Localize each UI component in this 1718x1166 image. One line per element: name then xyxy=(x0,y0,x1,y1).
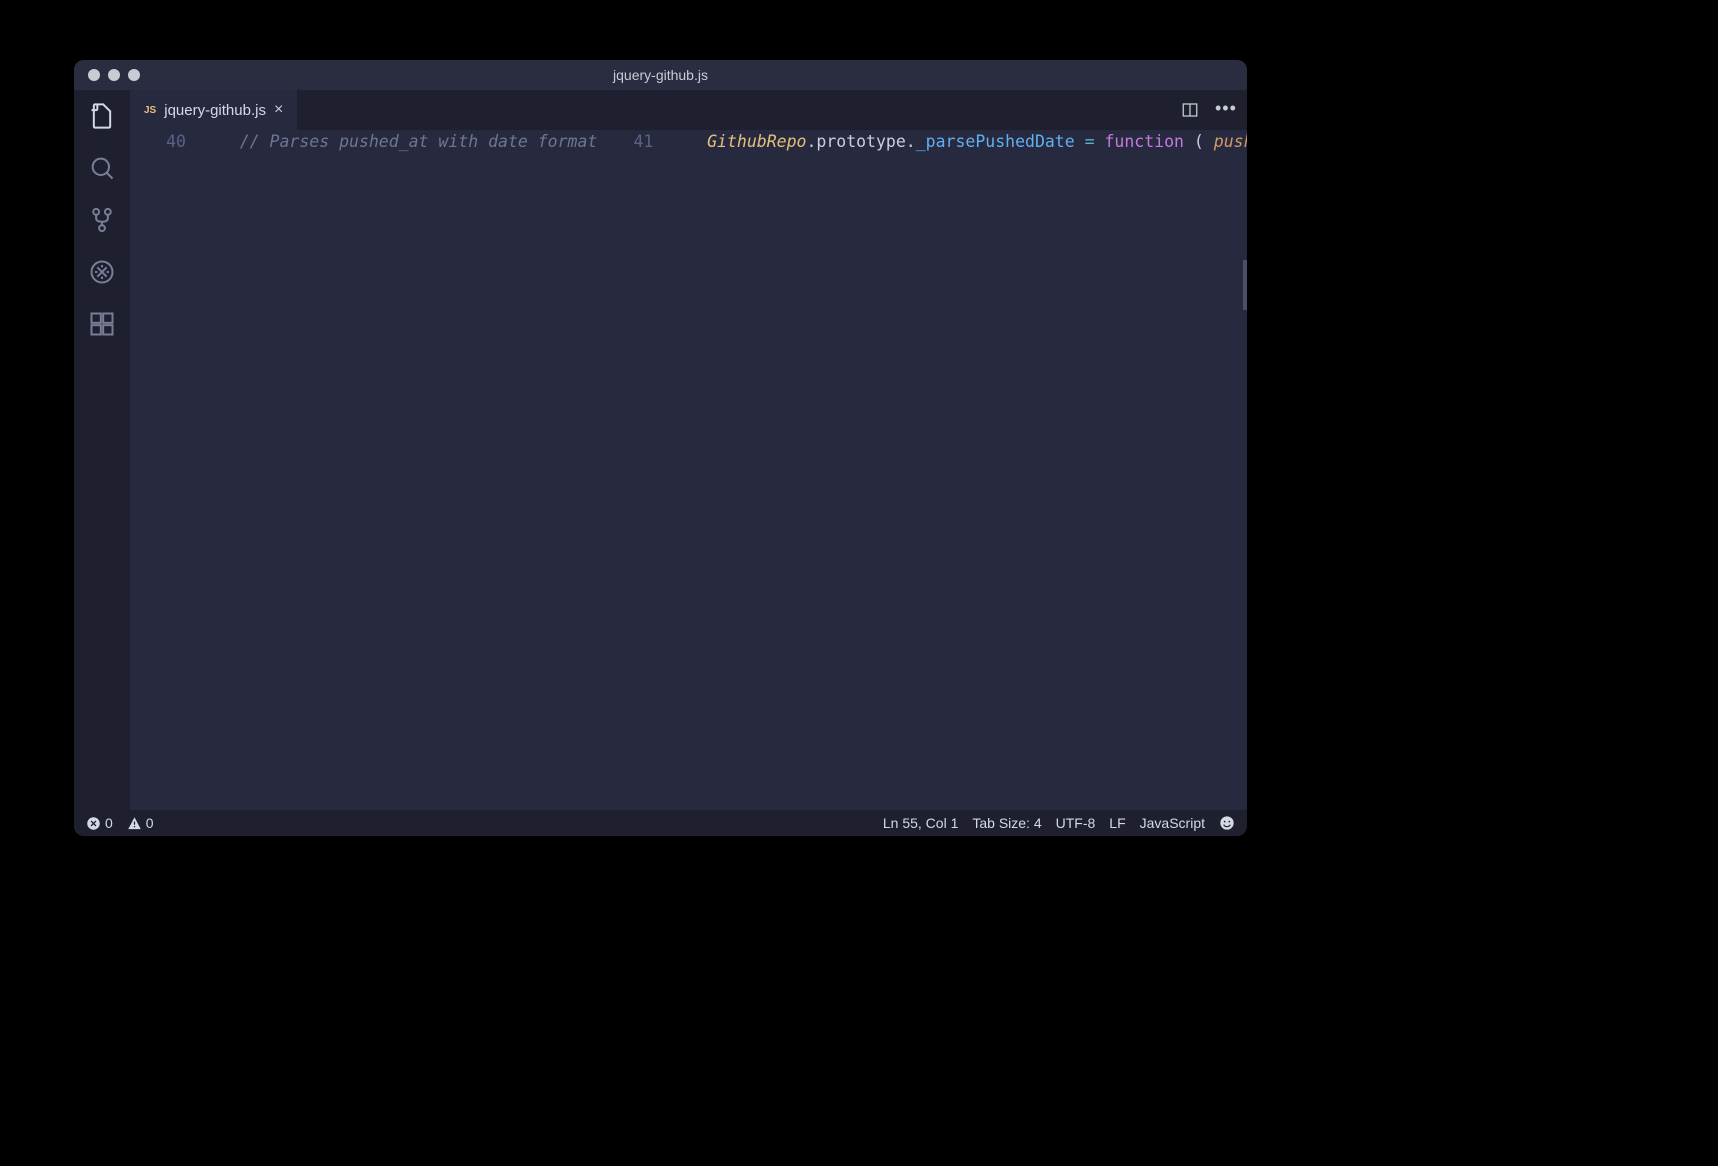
status-language[interactable]: JavaScript xyxy=(1140,815,1205,831)
status-eol[interactable]: LF xyxy=(1109,815,1125,831)
explorer-icon[interactable] xyxy=(88,102,116,130)
source-control-icon[interactable] xyxy=(88,206,116,234)
tabs-row: JS jquery-github.js × ••• xyxy=(130,90,1247,130)
line-content: // Parses pushed_at with date format xyxy=(200,130,597,153)
feedback-icon[interactable] xyxy=(1219,815,1235,831)
body-area: JS jquery-github.js × ••• 40 // Parses p… xyxy=(74,90,1247,810)
titlebar: jquery-github.js xyxy=(74,60,1247,90)
code-line[interactable]: 41 GithubRepo.prototype._parsePushedDate… xyxy=(597,130,1247,153)
status-cursor-position[interactable]: Ln 55, Col 1 xyxy=(883,815,959,831)
code-line[interactable]: 40 // Parses pushed_at with date format xyxy=(130,130,597,153)
debug-icon[interactable] xyxy=(88,258,116,286)
tab-filename: jquery-github.js xyxy=(164,102,266,119)
status-warnings[interactable]: 0 xyxy=(127,815,154,831)
line-number: 41 xyxy=(597,130,667,153)
tab-jquery-github[interactable]: JS jquery-github.js × xyxy=(130,90,297,130)
editor-area: JS jquery-github.js × ••• 40 // Parses p… xyxy=(130,90,1247,810)
extensions-icon[interactable] xyxy=(88,310,116,338)
file-type-badge: JS xyxy=(144,105,156,116)
more-actions-icon[interactable]: ••• xyxy=(1215,101,1233,119)
minimize-window-button[interactable] xyxy=(108,69,120,81)
statusbar: 0 0 Ln 55, Col 1 Tab Size: 4 UTF-8 LF Ja… xyxy=(74,810,1247,836)
status-errors[interactable]: 0 xyxy=(86,815,113,831)
maximize-window-button[interactable] xyxy=(128,69,140,81)
line-content: GithubRepo.prototype._parsePushedDate = … xyxy=(667,130,1247,153)
status-tab-size[interactable]: Tab Size: 4 xyxy=(972,815,1041,831)
window-title: jquery-github.js xyxy=(613,67,708,83)
traffic-lights xyxy=(74,69,140,81)
split-editor-icon[interactable] xyxy=(1181,101,1199,119)
search-icon[interactable] xyxy=(88,154,116,182)
scrollbar[interactable] xyxy=(1243,260,1247,310)
status-encoding[interactable]: UTF-8 xyxy=(1056,815,1096,831)
code-editor[interactable]: 40 // Parses pushed_at with date format4… xyxy=(130,130,1247,810)
close-window-button[interactable] xyxy=(88,69,100,81)
line-number: 40 xyxy=(130,130,200,153)
activity-bar xyxy=(74,90,130,810)
editor-window: jquery-github.js xyxy=(74,60,1247,836)
close-tab-icon[interactable]: × xyxy=(274,101,283,119)
